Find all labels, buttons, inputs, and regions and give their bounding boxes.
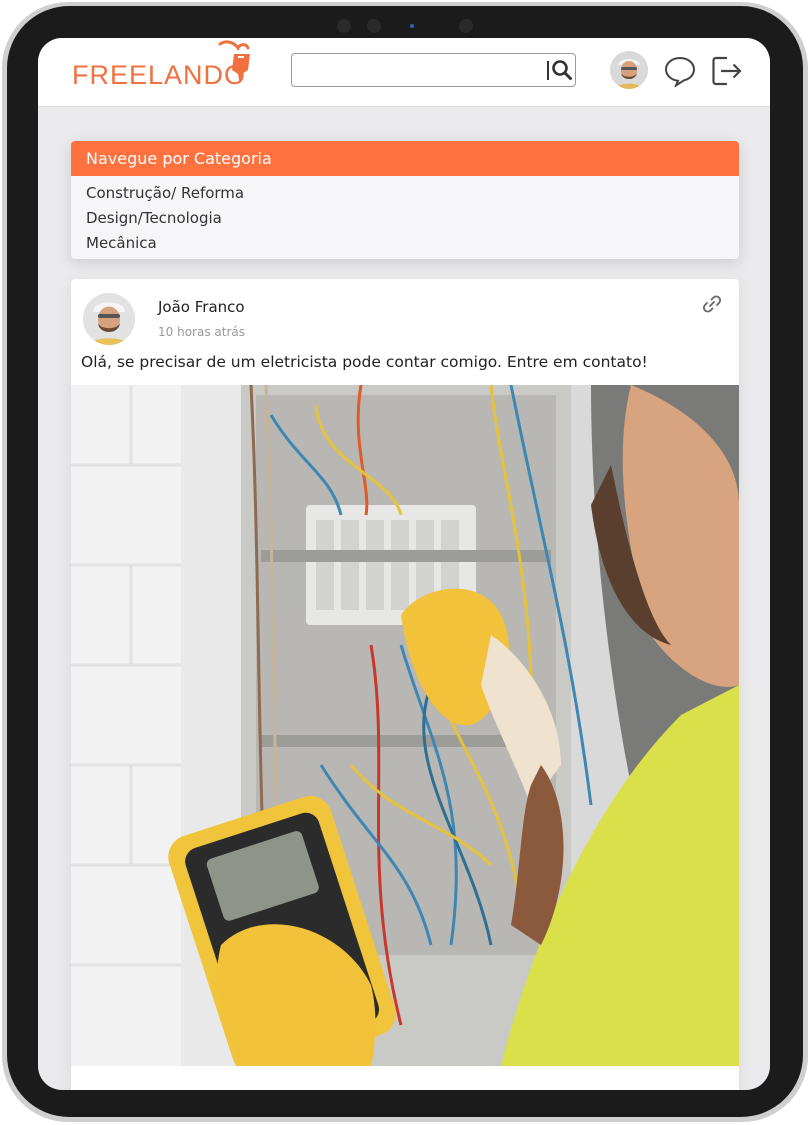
category-item-mecanica[interactable]: Mecânica [86,231,739,256]
top-header: FREELANDO [38,38,770,107]
search-box [291,53,576,87]
post-timestamp: 10 horas atrás [158,325,245,339]
category-panel: Navegue por Categoria Construção/ Reform… [71,141,739,259]
feed-post: João Franco 10 horas atrás Olá, se preci… [71,279,739,1090]
category-item-construcao-reforma[interactable]: Construção/ Reforma [86,181,739,206]
screen: FREELANDO Navegue por Categoria Construç… [38,38,770,1090]
logout-icon[interactable] [710,54,744,88]
post-photo[interactable] [71,385,739,1066]
search-divider [547,61,549,80]
search-icon[interactable] [551,59,573,81]
category-list: Construção/ Reforma Design/Tecnologia Me… [71,176,739,256]
camera-sensor [337,19,351,33]
post-body-text: Olá, se precisar de um eletricista pode … [81,353,648,371]
post-author-name[interactable]: João Franco [158,298,245,316]
search-input[interactable] [296,58,540,84]
flame-plug-icon [218,40,250,84]
camera-sensor [459,19,473,33]
link-icon[interactable] [701,293,723,315]
user-avatar[interactable] [610,51,648,89]
post-author-avatar[interactable] [83,293,135,345]
camera-sensor [367,19,381,33]
tablet-frame: FREELANDO Navegue por Categoria Construç… [0,0,812,1125]
camera-led [410,24,414,28]
category-item-design-tecnologia[interactable]: Design/Tecnologia [86,206,739,231]
chat-bubble-icon[interactable] [664,55,696,87]
category-panel-title: Navegue por Categoria [71,141,739,176]
